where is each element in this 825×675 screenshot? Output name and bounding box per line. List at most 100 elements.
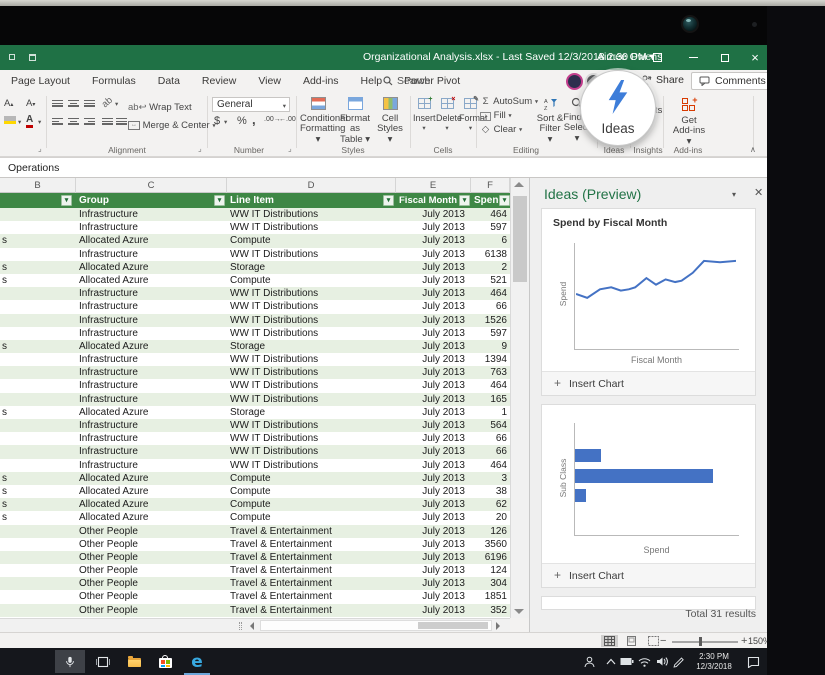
ribbon-display-options-button[interactable] (644, 45, 670, 70)
column-header-c[interactable]: C (76, 178, 227, 193)
pen-indicator[interactable] (666, 648, 692, 675)
table-row[interactable]: InfrastructureWW IT DistributionsJuly 20… (0, 248, 510, 261)
font-size-decrease-button[interactable]: A▾ (26, 98, 35, 109)
table-row[interactable]: InfrastructureWW IT DistributionsJuly 20… (0, 287, 510, 300)
page-layout-view-button[interactable] (623, 635, 640, 647)
table-row[interactable]: Other PeopleTravel & EntertainmentJuly 2… (0, 551, 510, 564)
edge-browser-button[interactable]: e (184, 648, 210, 675)
table-row[interactable]: InfrastructureWW IT DistributionsJuly 20… (0, 300, 510, 313)
table-header-fiscal-month[interactable]: Fiscal Month▾ (396, 193, 471, 208)
table-row[interactable]: InfrastructureWW IT DistributionsJuly 20… (0, 459, 510, 472)
file-explorer-button[interactable] (121, 648, 147, 675)
table-row[interactable]: Other PeopleTravel & EntertainmentJuly 2… (0, 564, 510, 577)
table-row[interactable]: sAllocated AzureComputeJuly 20133 (0, 472, 510, 485)
font-color-button[interactable]: A (26, 114, 33, 128)
table-row[interactable]: sAllocated AzureStorageJuly 20139 (0, 340, 510, 353)
search-box[interactable]: Search (383, 75, 430, 87)
table-row[interactable]: Other PeopleTravel & EntertainmentJuly 2… (0, 525, 510, 538)
horizontal-scrollbar[interactable] (0, 618, 510, 632)
column-header-d[interactable]: D (227, 178, 396, 193)
conditional-formatting-button[interactable]: Conditional Formatting ▾ (300, 97, 336, 145)
zoom-out-button[interactable]: − (660, 635, 666, 647)
format-cells-button[interactable]: ✎ Format▾ (459, 98, 482, 135)
normal-view-button[interactable] (601, 635, 618, 647)
align-left-button[interactable] (52, 116, 63, 125)
table-row[interactable]: InfrastructureWW IT DistributionsJuly 20… (0, 314, 510, 327)
panel-close-icon[interactable]: ✕ (754, 186, 763, 199)
table-row[interactable]: Other PeopleTravel & EntertainmentJuly 2… (0, 577, 510, 590)
table-row[interactable]: InfrastructureWW IT DistributionsJuly 20… (0, 432, 510, 445)
orientation-button[interactable]: ab (100, 95, 115, 110)
quick-access-icon[interactable] (9, 54, 15, 60)
column-header-f[interactable]: F (471, 178, 510, 193)
ribbon-tab-review[interactable]: Review (191, 70, 247, 92)
format-as-table-button[interactable]: Format as Table ▾ (338, 97, 372, 145)
scroll-down-arrow[interactable] (514, 609, 524, 614)
table-row[interactable]: InfrastructureWW IT DistributionsJuly 20… (0, 327, 510, 340)
align-top-button[interactable] (52, 98, 63, 107)
align-center-button[interactable] (68, 116, 79, 125)
increase-indent-button[interactable] (116, 116, 127, 125)
table-row[interactable]: sAllocated AzureComputeJuly 2013521 (0, 274, 510, 287)
sort-filter-button[interactable]: AZ Sort & Filter ▾ (536, 97, 564, 145)
fill-color-button[interactable] (4, 116, 16, 124)
merge-center-button[interactable]: ↔ Merge & Center ▾ (128, 115, 216, 133)
comments-button[interactable]: Comments (691, 72, 767, 90)
maximize-button[interactable] (712, 45, 738, 70)
save-icon[interactable] (29, 54, 36, 61)
scroll-left-arrow[interactable] (250, 622, 254, 630)
vertical-scroll-thumb[interactable] (513, 196, 527, 282)
table-row[interactable]: InfrastructureWW IT DistributionsJuly 20… (0, 221, 510, 234)
table-row[interactable]: sAllocated AzureComputeJuly 20136 (0, 234, 510, 247)
horizontal-scroll-track[interactable] (260, 620, 492, 631)
font-color-dropdown[interactable]: ▾ (38, 118, 41, 126)
cell-styles-button[interactable]: Cell Styles ▾ (374, 97, 406, 145)
align-bottom-button[interactable] (84, 98, 95, 107)
scroll-up-arrow[interactable] (514, 182, 524, 187)
currency-button[interactable]: $ (214, 115, 220, 127)
table-row[interactable]: Other PeopleTravel & EntertainmentJuly 2… (0, 590, 510, 603)
currency-dropdown[interactable]: ▾ (224, 118, 227, 126)
ribbon-tab-page-layout[interactable]: Page Layout (0, 70, 81, 92)
minimize-button[interactable] (680, 45, 706, 70)
task-view-button[interactable] (90, 648, 116, 675)
fill-color-dropdown[interactable]: ▾ (18, 118, 21, 126)
orientation-dropdown[interactable]: ▾ (115, 100, 118, 108)
wrap-text-button[interactable]: ab↩ Wrap Text (128, 97, 192, 115)
align-middle-button[interactable] (68, 98, 79, 107)
font-size-increase-button[interactable]: A▴ (4, 98, 13, 109)
vertical-scrollbar[interactable] (510, 178, 529, 618)
filter-button[interactable]: ▾ (459, 195, 470, 206)
column-header-b[interactable]: B (0, 178, 76, 193)
number-format-dropdown[interactable]: General▾ (212, 97, 290, 112)
get-addins-button[interactable]: + Get Add-ins ▾ (672, 97, 706, 147)
align-right-button[interactable] (84, 116, 95, 125)
name-box[interactable]: Operations (8, 162, 59, 174)
insert-cells-button[interactable]: + Insert▾ (413, 98, 435, 135)
column-header-e[interactable]: E (396, 178, 471, 193)
filter-button[interactable]: ▾ (214, 195, 225, 206)
table-row[interactable]: Other PeopleTravel & EntertainmentJuly 2… (0, 538, 510, 551)
number-dialog-launcher[interactable]: ⌟ (288, 144, 292, 153)
table-row[interactable]: InfrastructureWW IT DistributionsJuly 20… (0, 366, 510, 379)
table-row[interactable]: Other PeopleTravel & EntertainmentJuly 2… (0, 604, 510, 617)
panel-dropdown-icon[interactable]: ▾ (732, 190, 736, 199)
spreadsheet-grid[interactable]: InfrastructureWW IT DistributionsJuly 20… (0, 208, 510, 618)
close-button[interactable]: × (742, 45, 767, 70)
ribbon-tab-view[interactable]: View (247, 70, 292, 92)
table-header-spend[interactable]: Spend▾ (471, 193, 510, 208)
delete-cells-button[interactable]: × Delete▾ (436, 98, 458, 135)
formula-bar[interactable]: Operations (0, 157, 767, 178)
font-dialog-launcher[interactable]: ⌟ (38, 144, 42, 153)
clear-button[interactable]: ◇ Clear ▾ (480, 124, 522, 135)
fill-button[interactable]: ↓ Fill ▾ (480, 110, 512, 121)
table-row[interactable]: InfrastructureWW IT DistributionsJuly 20… (0, 393, 510, 406)
table-row[interactable]: InfrastructureWW IT DistributionsJuly 20… (0, 419, 510, 432)
percent-style-button[interactable]: % (237, 115, 247, 127)
scrollbar-grip[interactable] (239, 622, 242, 630)
decrease-indent-button[interactable] (102, 116, 113, 125)
table-row[interactable]: sAllocated AzureStorageJuly 20132 (0, 261, 510, 274)
comma-style-button[interactable]: , (252, 112, 256, 127)
ribbon-tab-formulas[interactable]: Formulas (81, 70, 147, 92)
filter-button[interactable]: ▾ (61, 195, 72, 206)
